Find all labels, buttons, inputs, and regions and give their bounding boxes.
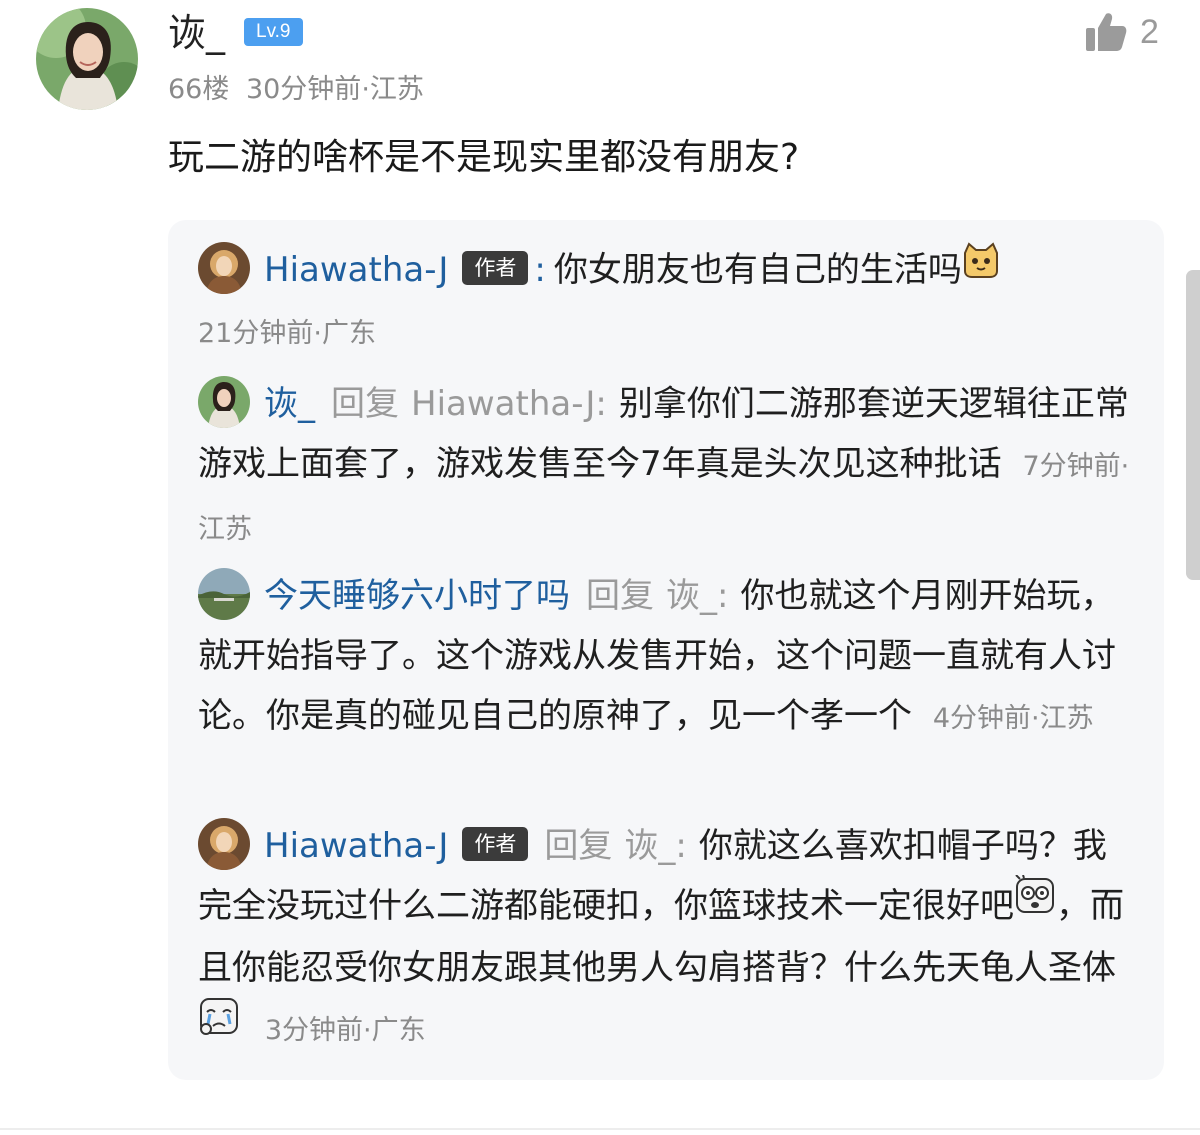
thumbs-up-icon [1086,13,1127,51]
meta-separator: · [1120,451,1130,482]
meta-separator: · [361,74,370,105]
avatar[interactable] [36,8,138,110]
avatar-landscape-icon [198,567,250,620]
reply-text: 你女朋友也有自己的生活吗 [553,250,962,290]
post-content: 玩二游的啥杯是不是现实里都没有朋友? [168,137,800,178]
post-time: 30分钟前 [245,74,362,105]
level-badge: Lv.9 [244,18,303,46]
reply-location: 江苏 [1039,703,1094,734]
avatar[interactable] [198,241,250,294]
colon: : [534,250,546,290]
cat-face-icon [962,238,1000,298]
reply-username[interactable]: 今天睡够六小时了吗 [264,576,570,616]
post-meta: 66楼 30分钟前·江苏 [168,72,424,108]
reply-username[interactable]: 诙_ [264,384,315,424]
crying-face-icon [198,995,240,1055]
list-item[interactable]: Hiawatha-J 作者 回复 诙_: 你就这么喜欢扣帽子吗？我完全没玩过什么二游都能… [198,816,1138,1061]
scrollbar[interactable] [1186,270,1200,580]
reply-location: 广东 [371,1014,426,1046]
reply-location: 广东 [321,317,376,349]
author-badge: 作者 [462,250,529,285]
list-item[interactable]: 诙_ 回复 Hiawatha-J: 别拿你们二游那套逆天逻辑往正常游戏上面套了，游戏发… [198,374,1138,560]
reply-word: 回复 [586,576,654,616]
reply-username[interactable]: Hiawatha-J [264,826,448,866]
reply-username[interactable]: Hiawatha-J [264,250,448,290]
divider [0,1128,1200,1130]
meta-separator: · [313,317,322,349]
avatar-art-icon [198,241,250,294]
reply-time: 21分钟前 [198,317,314,349]
like-count: 2 [1140,12,1159,51]
reply-target[interactable]: 诙_: [666,576,728,616]
list-item[interactable]: Hiawatha-J 作者: 你女朋友也有自己的生活吗 21分钟前·广东 [198,240,1138,366]
avatar[interactable] [198,567,250,620]
post-username[interactable]: 诙_ [168,10,225,56]
reply-time: 3分钟前 [264,1014,363,1046]
avatar[interactable] [198,375,250,428]
reply-time: 4分钟前 [932,703,1031,734]
reply-target[interactable]: 诙_: [624,826,686,866]
avatar-art-icon [198,817,250,870]
reply-location: 江苏 [198,514,252,545]
list-item[interactable]: 今天睡够六小时了吗 回复 诙_: 你也就这个月刚开始玩，就开始指导了。这个游戏从发售开… [198,566,1138,749]
post-location: 江苏 [369,74,424,105]
author-badge: 作者 [462,826,529,861]
avatar[interactable] [198,817,250,870]
floor-number: 66楼 [168,74,230,105]
reply-time: 7分钟前 [1022,451,1121,482]
reply-target[interactable]: Hiawatha-J: [411,384,607,424]
avatar-photo-icon [198,375,250,428]
reply-word: 回复 [331,384,399,424]
meta-separator: · [363,1014,372,1046]
like-button[interactable]: 2 [1084,10,1159,54]
avatar-photo-icon [36,8,138,110]
meta-separator: · [1031,703,1040,734]
shocked-face-icon [1014,873,1056,934]
reply-word: 回复 [544,826,613,866]
